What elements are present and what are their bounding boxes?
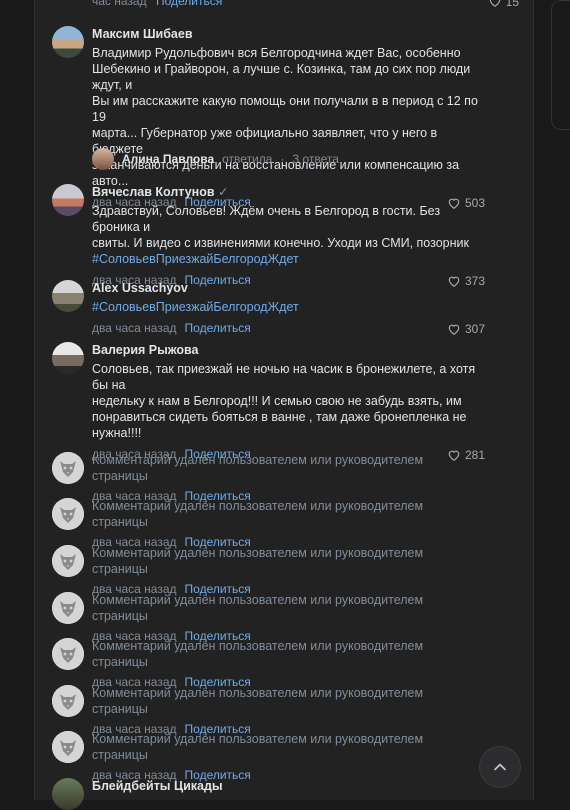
comment-time: час назад [92, 0, 147, 8]
deleted-notice: Комментарий удалён пользователем или рук… [92, 499, 424, 529]
reply-author[interactable]: Алина Павлова [122, 152, 214, 166]
deleted-notice: Комментарий удалён пользователем или рук… [92, 639, 424, 669]
author-name[interactable]: Валерия Рыжова [92, 342, 482, 358]
deleted-user-avatar [52, 592, 84, 624]
avatar[interactable] [52, 342, 84, 374]
comment-body: Комментарий удалён пользователем или рук… [92, 731, 482, 783]
comment-time: два часа назад [92, 321, 177, 335]
comment-meta: два часа назад Поделиться [92, 320, 482, 336]
verified-check-icon: ✓ [218, 185, 229, 199]
deleted-notice: Комментарий удалён пользователем или рук… [92, 732, 424, 762]
avatar[interactable] [52, 778, 84, 810]
comment-body: Комментарий удалён пользователем или рук… [92, 592, 482, 644]
dog-placeholder-icon [52, 592, 84, 624]
deleted-user-avatar [52, 638, 84, 670]
share-link[interactable]: Поделиться [156, 0, 222, 8]
deleted-user-avatar [52, 685, 84, 717]
hashtag-link[interactable]: #СоловьевПриезжайБелгородЖдет [92, 251, 482, 267]
comment-body: Вячеслав Колтунов ✓ Здравствуй, Соловьев… [92, 184, 485, 288]
previous-comment-meta: час назад Поделиться 15 [92, 0, 522, 9]
deleted-notice: Комментарий удалён пользователем или рук… [92, 453, 424, 483]
author-name[interactable]: Вячеслав Колтунов ✓ [92, 184, 482, 200]
avatar[interactable] [52, 26, 84, 58]
comment-text: #СоловьевПриезжайБелгородЖдет [92, 299, 482, 315]
deleted-notice: Комментарий удалён пользователем или рук… [92, 546, 424, 576]
dog-placeholder-icon [52, 685, 84, 717]
reply-count[interactable]: 3 ответа [292, 152, 338, 166]
like-count: 307 [464, 322, 485, 336]
heart-icon [490, 0, 501, 7]
deleted-user-avatar [52, 545, 84, 577]
comment-body: Комментарий удалён пользователем или рук… [92, 638, 482, 690]
dog-placeholder-icon [52, 638, 84, 670]
side-panel-edge [551, 0, 570, 130]
like-count[interactable]: 15 [488, 0, 519, 9]
comment-body: Комментарий удалён пользователем или рук… [92, 545, 482, 597]
like-button[interactable]: 307 [447, 322, 485, 336]
comment-body: Валерия Рыжова Соловьев, так приезжай не… [92, 342, 485, 462]
deleted-user-avatar [52, 731, 84, 763]
dog-placeholder-icon [52, 731, 84, 763]
comment-body: Блейдбейты Цикады [92, 778, 482, 797]
comment-body: Комментарий удалён пользователем или рук… [92, 685, 482, 737]
chevron-up-icon [494, 763, 506, 771]
dog-placeholder-icon [52, 498, 84, 530]
comment-body: Комментарий удалён пользователем или рук… [92, 452, 482, 504]
replies-thread[interactable]: Алина Павлова ответила · 3 ответа [92, 148, 339, 170]
heart-icon [448, 324, 460, 335]
reply-avatar [92, 148, 114, 170]
hashtag-link[interactable]: #СоловьевПриезжайБелгородЖдет [92, 299, 482, 315]
comment-body: Alex Ussachyov #СоловьевПриезжайБелгород… [92, 280, 485, 336]
avatar[interactable] [52, 184, 84, 216]
deleted-user-avatar [52, 452, 84, 484]
avatar[interactable] [52, 280, 84, 312]
author-name[interactable]: Максим Шибаев [92, 26, 482, 42]
dog-placeholder-icon [52, 452, 84, 484]
scroll-to-top-button[interactable] [479, 746, 521, 788]
dog-placeholder-icon [52, 545, 84, 577]
separator: · [280, 152, 285, 166]
comment-text: Соловьев, так приезжай не ночью на часик… [92, 362, 476, 440]
comment-body: Максим Шибаев Владимир Рудольфович вся Б… [92, 26, 485, 210]
author-name[interactable]: Alex Ussachyov [92, 280, 482, 296]
deleted-notice: Комментарий удалён пользователем или рук… [92, 593, 424, 623]
deleted-notice: Комментарий удалён пользователем или рук… [92, 686, 424, 716]
share-link[interactable]: Поделиться [185, 321, 251, 335]
comment-body: Комментарий удалён пользователем или рук… [92, 498, 482, 550]
author-name[interactable]: Блейдбейты Цикады [92, 778, 482, 794]
comment-text: Здравствуй, Соловьев! Ждём очень в Белго… [92, 203, 482, 267]
reply-action: ответила [222, 152, 273, 166]
deleted-user-avatar [52, 498, 84, 530]
